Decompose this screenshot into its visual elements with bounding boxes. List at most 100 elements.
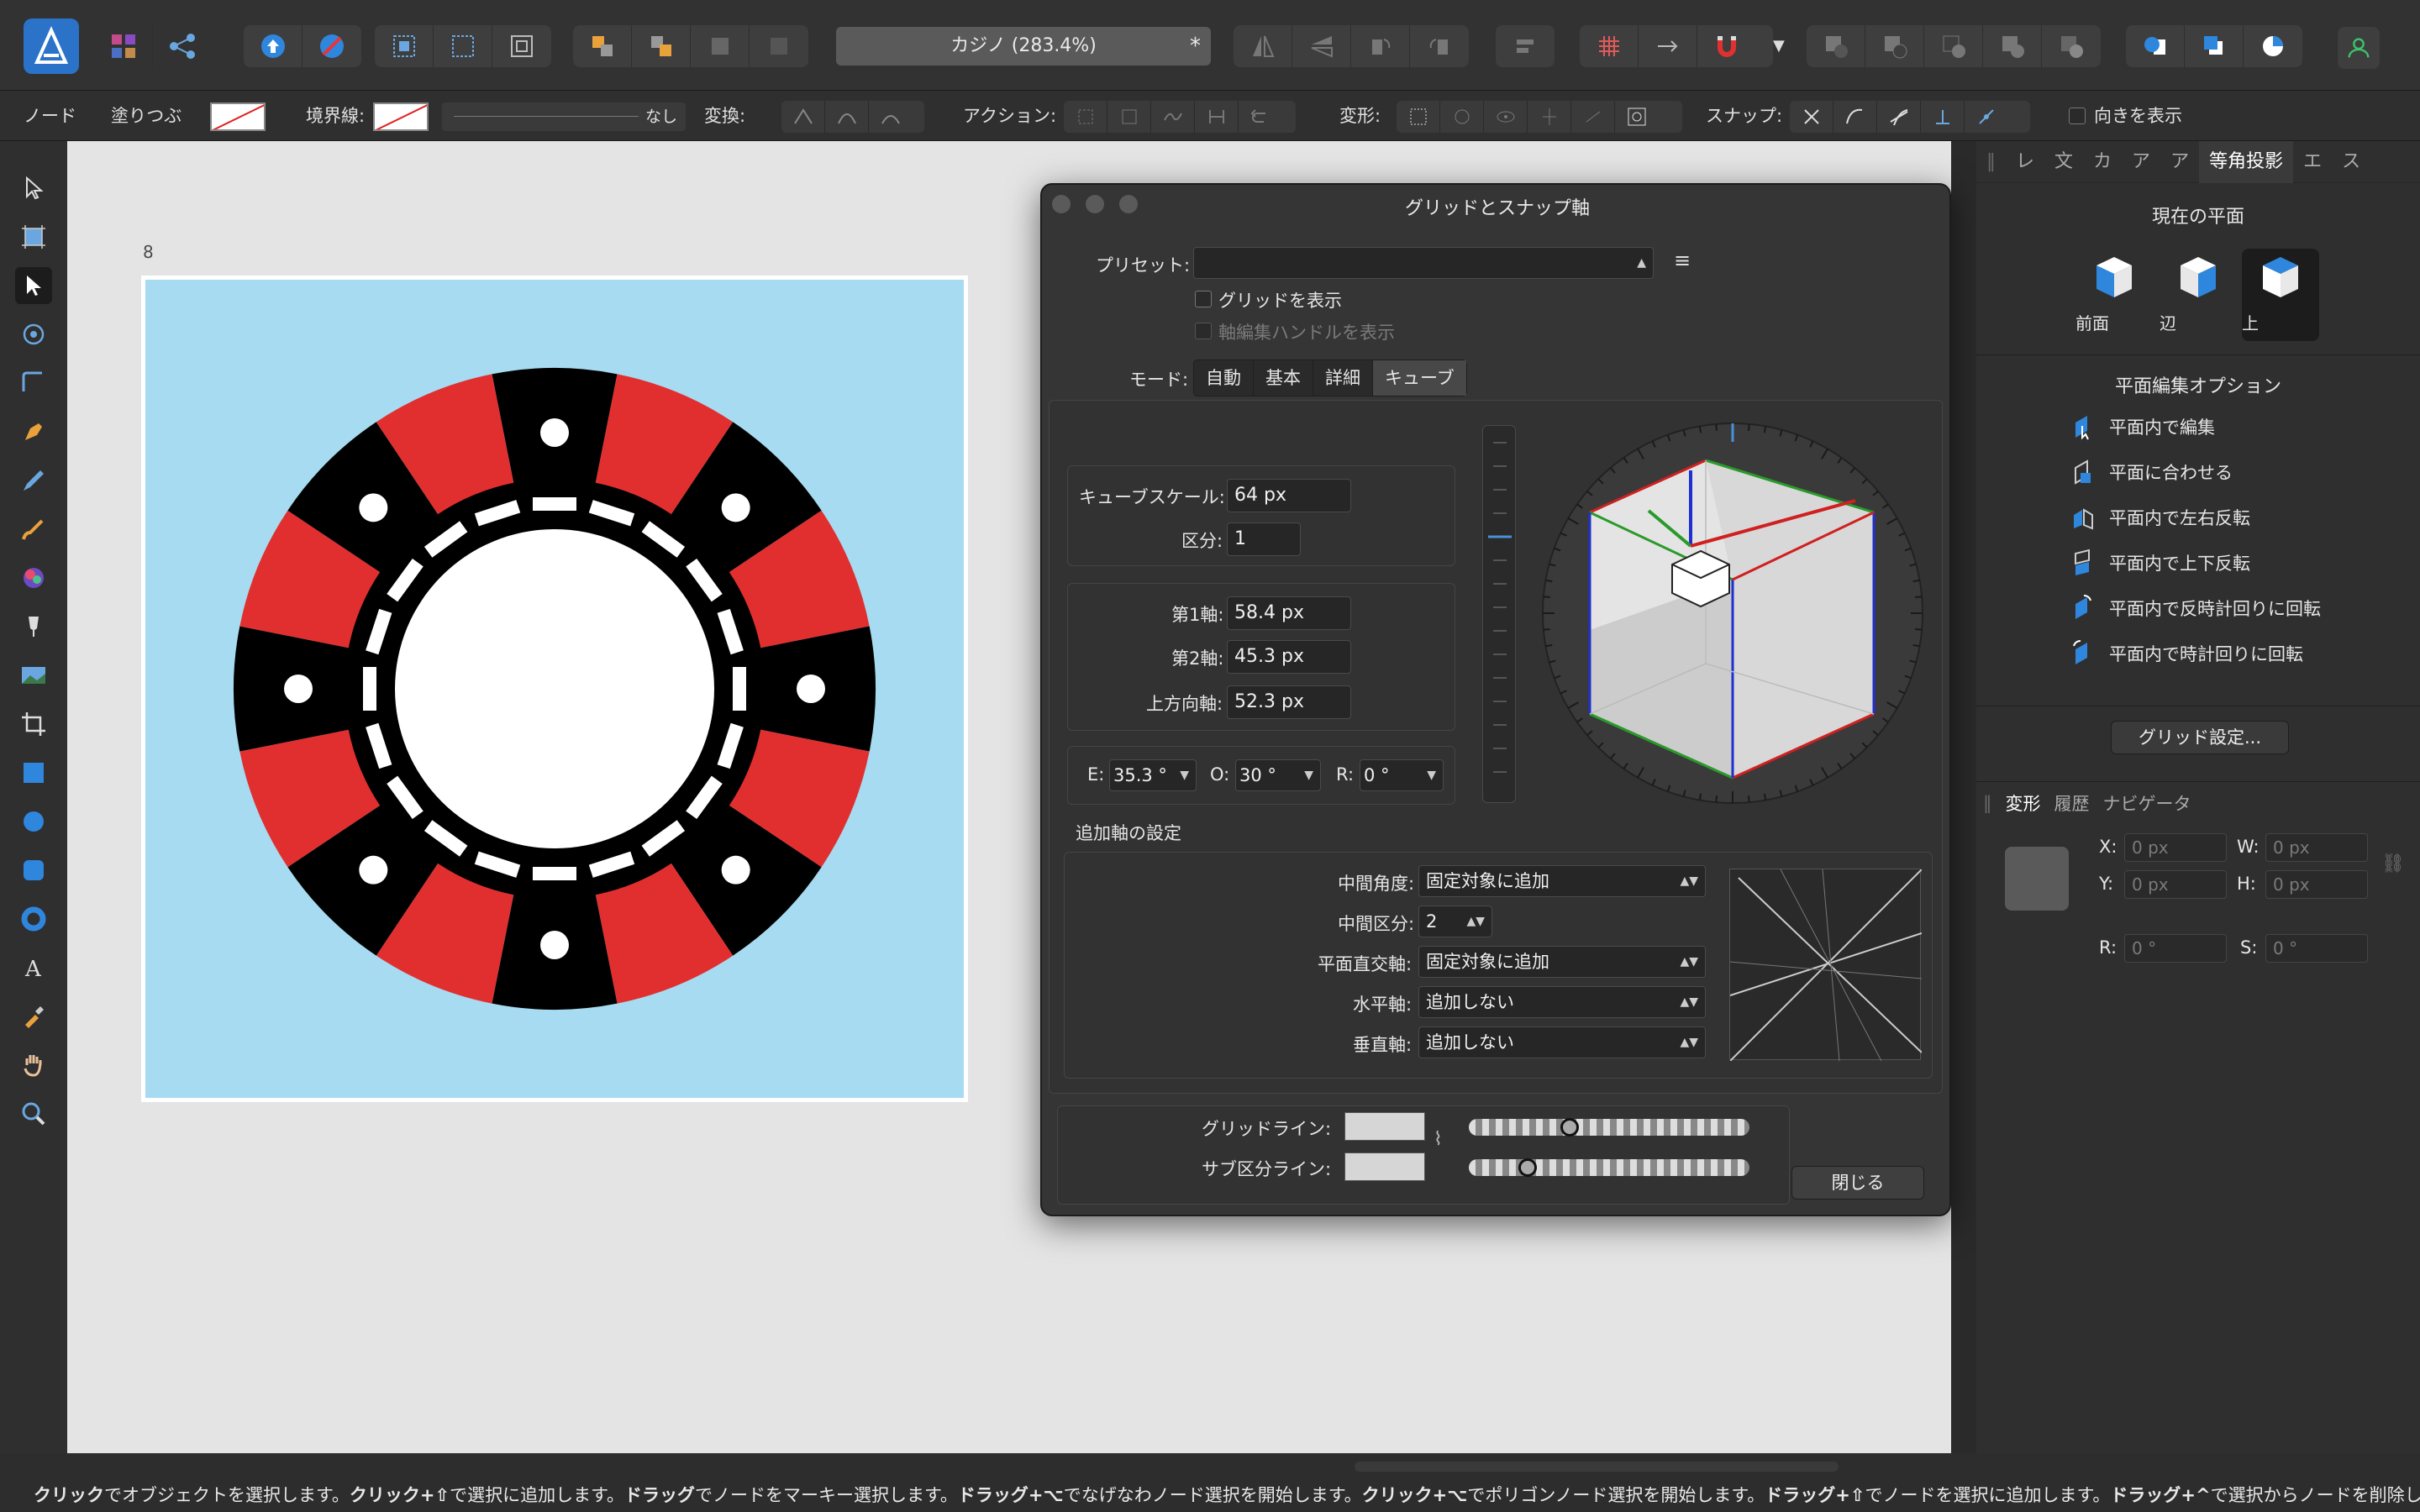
join-curves-icon[interactable] [1195,101,1239,133]
add-icon[interactable] [1807,25,1865,67]
insert-inside-icon[interactable] [2185,25,2244,67]
grid-line-opacity-slider[interactable] [1469,1118,1749,1137]
rectangle-tool-icon[interactable] [15,754,52,791]
insert-behind-icon[interactable] [2126,25,2185,67]
app-logo-icon[interactable] [24,18,79,74]
vector-brush-tool-icon[interactable] [15,511,52,548]
mode-advanced[interactable]: 詳細 [1313,360,1373,396]
artboard-tool-icon[interactable] [15,218,52,255]
tab-appearance[interactable]: ア [2122,141,2160,183]
preset-menu-icon[interactable]: ≡ [1674,249,1691,272]
link-colors-icon[interactable]: ⌇ [1434,1129,1443,1150]
select-all-icon[interactable] [375,25,434,67]
reverse-curves-icon[interactable] [1239,101,1282,133]
sharp-icon[interactable] [781,101,825,133]
subtract-icon[interactable] [1865,25,1924,67]
scale-vertical-slider[interactable] [1482,425,1516,803]
e-select[interactable]: 35.3 ° ▼ [1109,759,1197,791]
move-forward-icon[interactable] [632,25,691,67]
xor-icon[interactable] [1983,25,2042,67]
sub-line-opacity-slider[interactable] [1469,1158,1749,1177]
intersect-icon[interactable] [1924,25,1983,67]
horizontal-axis-select[interactable]: 追加しない ▲▼ [1418,986,1706,1018]
smooth-icon[interactable] [825,101,869,133]
insert-top-icon[interactable] [2244,25,2302,67]
artboard[interactable] [141,276,968,1102]
place-image-tool-icon[interactable] [15,657,52,694]
plane-side-button[interactable]: 辺 [2160,249,2237,341]
axis-handles-checkbox[interactable] [1195,323,1212,339]
align-nodes-icon[interactable] [1528,101,1571,133]
rotation-field[interactable]: 0 ° [2124,934,2227,963]
upload-icon[interactable] [244,25,302,67]
rounded-rectangle-tool-icon[interactable] [15,852,52,889]
assist-icon[interactable] [302,25,361,67]
snap-options-icon[interactable] [1639,25,1697,67]
pencil-tool-icon[interactable] [15,462,52,499]
snapping-magnet-icon[interactable] [1697,25,1756,67]
up-axis-field[interactable]: 52.3 px [1227,685,1351,719]
snap-nodes-icon[interactable] [1790,101,1833,133]
shear-field[interactable]: 0 ° [2265,934,2368,963]
move-back-icon[interactable] [573,25,632,67]
snap-extend-icon[interactable] [1965,101,2008,133]
pixel-persona-icon[interactable] [94,25,153,67]
tab-navigator[interactable]: ナビゲータ [2096,790,2198,816]
cube-preview-dial[interactable] [1539,420,1926,806]
mid-division-stepper[interactable]: 2 ▲▼ [1418,906,1492,937]
transparency-tool-icon[interactable] [15,608,52,645]
point-transform-tool-icon[interactable] [15,316,52,353]
mode-cube[interactable]: キューブ [1373,360,1466,396]
flip-horizontal-icon[interactable] [1234,25,1292,67]
transform-mode-icon[interactable] [1397,101,1440,133]
deselect-icon[interactable] [434,25,492,67]
ellipse-mode-icon[interactable] [1440,101,1484,133]
division-field[interactable]: 1 [1227,522,1301,556]
horizontal-scrollbar[interactable] [1355,1462,1839,1472]
option-flip-horizontal[interactable]: 平面内で左右反転 [2069,501,2250,534]
fill-tool-icon[interactable] [15,559,52,596]
cube-scale-field[interactable]: 64 px [1227,479,1351,512]
break-curve-icon[interactable] [1064,101,1107,133]
close-button[interactable]: 閉じる [1791,1166,1924,1200]
snap-perpendicular-icon[interactable] [1921,101,1965,133]
plane-top-button[interactable]: 上 [2242,249,2319,341]
snap-tangent-icon[interactable] [1877,101,1921,133]
y-field[interactable]: 0 px [2124,870,2227,899]
casino-chip-illustration[interactable] [145,280,964,1098]
axis2-field[interactable]: 45.3 px [1227,640,1351,674]
tab-text[interactable]: 文 [2044,141,2083,183]
tab-effects[interactable]: エ [2293,141,2332,183]
color-picker-tool-icon[interactable] [15,998,52,1035]
anchor-selector[interactable] [2005,847,2069,911]
r-select[interactable]: 0 ° ▼ [1360,759,1444,791]
tab-history[interactable]: 履歴 [2048,790,2096,816]
tab-color[interactable]: カ [2083,141,2122,183]
show-orientation-checkbox[interactable] [2069,108,2086,124]
stroke-width-slider[interactable]: なし [442,102,686,131]
to-front-icon[interactable] [750,25,808,67]
grid-line-color[interactable] [1344,1112,1425,1141]
tab-assets[interactable]: ア [2160,141,2199,183]
x-field[interactable]: 0 px [2124,833,2227,862]
o-select[interactable]: 30 ° ▼ [1235,759,1321,791]
ellipse-tool-icon[interactable] [15,803,52,840]
document-title[interactable]: カジノ (283.4%) * [836,27,1211,66]
panel-grip-icon[interactable]: ‖ [1976,141,2006,183]
crop-tool-icon[interactable] [15,706,52,743]
zoom-tool-icon[interactable] [15,1095,52,1132]
corner-tool-icon[interactable] [15,365,52,402]
to-back-icon[interactable] [691,25,750,67]
option-rotate-ccw[interactable]: 平面内で反時計回りに回転 [2069,591,2321,625]
mid-angle-select[interactable]: 固定対象に追加 ▲▼ [1418,865,1706,897]
align-icon[interactable] [1496,25,1555,67]
flip-vertical-icon[interactable] [1292,25,1351,67]
show-grid-checkbox[interactable] [1195,291,1212,307]
option-edit-in-plane[interactable]: 平面内で編集 [2069,410,2215,444]
rotate-nodes-icon[interactable] [1615,101,1659,133]
sub-line-opacity-knob[interactable] [1518,1158,1538,1177]
grid-line-opacity-knob[interactable] [1560,1118,1580,1137]
panel-grip-icon[interactable]: ‖ [1976,793,1999,813]
export-persona-icon[interactable] [153,25,212,67]
snap-curve-icon[interactable] [1833,101,1877,133]
